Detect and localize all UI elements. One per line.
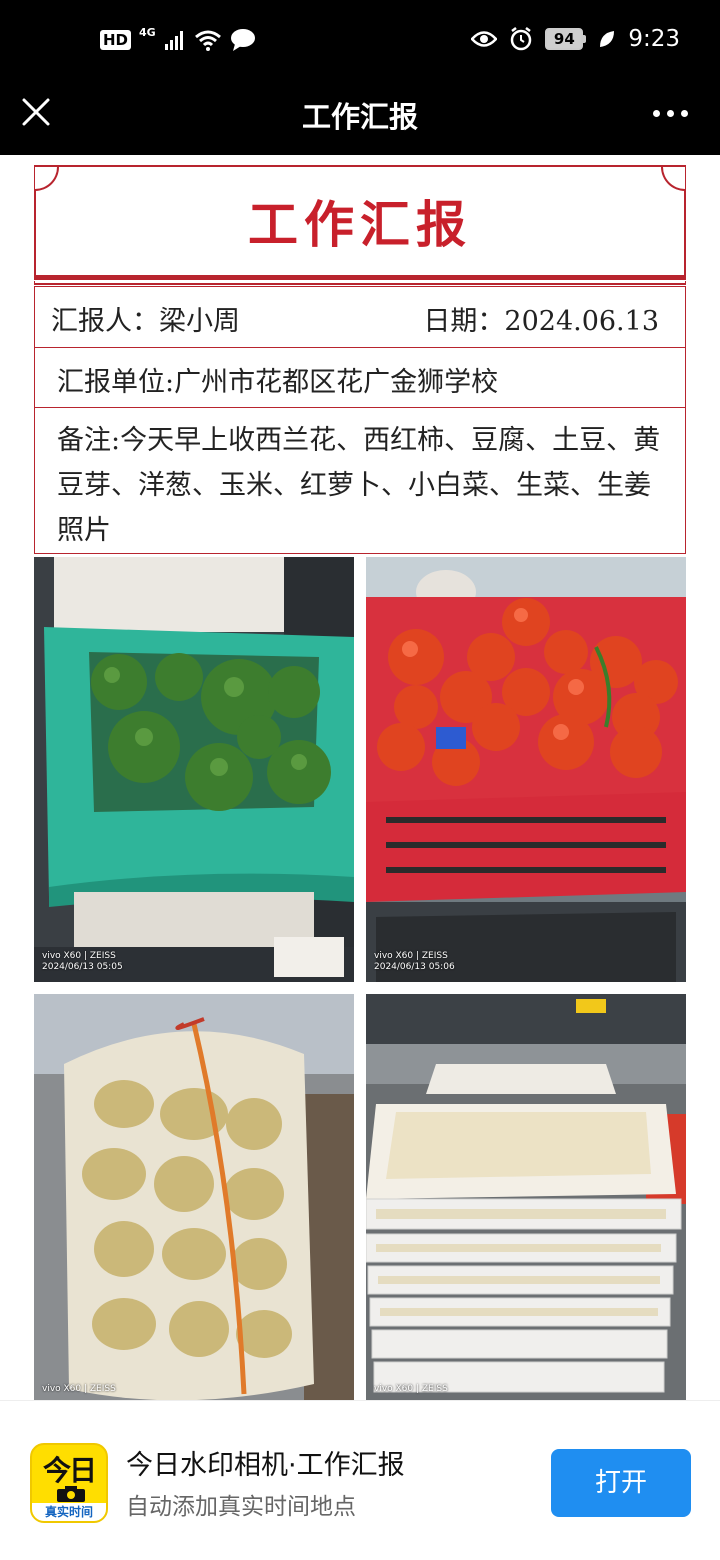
signal-icon [164, 31, 183, 50]
title-box: 工作汇报 [34, 165, 686, 275]
hd-badge: HD [100, 30, 132, 50]
more-options-icon[interactable] [653, 110, 688, 117]
app-name: 今日水印相机·工作汇报 [126, 1450, 405, 1481]
photo-tofu[interactable]: vivo X60 | ZEISS [366, 994, 686, 1400]
more-dot [653, 110, 660, 117]
tomatoes-image [366, 557, 686, 982]
logo-text: 今日 [42, 1454, 97, 1487]
photo-grid: vivo X60 | ZEISS 2024/06/13 05:05 vivo X… [34, 557, 686, 1400]
app-description: 自动添加真实时间地点 [126, 1494, 356, 1520]
report-note: 备注:今天早上收西兰花、西红柿、豆腐、土豆、黄豆芽、洋葱、玉米、红萝卜、小白菜、… [57, 425, 661, 546]
report-title: 工作汇报 [248, 195, 472, 254]
watermark-brand: vivo X60 | ZEISS [374, 1384, 448, 1394]
photo-watermark: vivo X60 | ZEISS [374, 1384, 448, 1395]
photo-broccoli[interactable]: vivo X60 | ZEISS 2024/06/13 05:05 [34, 557, 354, 982]
unit-row: 汇报单位:广州市花都区花广金狮学校 [34, 348, 686, 408]
watermark-time: 2024/06/13 05:05 [42, 962, 123, 972]
wifi-icon [194, 30, 221, 51]
reporter-row: 汇报人：梁小周 日期：2024.06.13 [34, 286, 686, 348]
watermark-time: 2024/06/13 05:06 [374, 962, 455, 972]
photo-watermark: vivo X60 | ZEISS [42, 1384, 116, 1395]
watermark-brand: vivo X60 | ZEISS [42, 1384, 116, 1394]
photo-tomatoes[interactable]: vivo X60 | ZEISS 2024/06/13 05:06 [366, 557, 686, 982]
photo-watermark: vivo X60 | ZEISS 2024/06/13 05:05 [42, 951, 123, 973]
broccoli-image [34, 557, 354, 982]
network-label: 4G [139, 25, 156, 39]
nav-bar: 工作汇报 [0, 84, 720, 155]
logo-subtitle: 真实时间 [32, 1503, 106, 1521]
chat-bubble-icon [230, 29, 255, 51]
app-promo-banner: 今日 真实时间 今日水印相机·工作汇报 自动添加真实时间地点 打开 [0, 1400, 720, 1560]
note-row: 备注:今天早上收西兰花、西红柿、豆腐、土豆、黄豆芽、洋葱、玉米、红萝卜、小白菜、… [34, 408, 686, 554]
report-date: 日期：2024.06.13 [423, 306, 659, 337]
title-divider [34, 275, 686, 281]
battery-level: 94 [545, 28, 584, 50]
watermark-brand: vivo X60 | ZEISS [42, 951, 116, 961]
app-logo: 今日 真实时间 [30, 1443, 108, 1523]
eye-icon [471, 31, 498, 47]
open-button[interactable]: 打开 [551, 1449, 691, 1517]
reporter-name: 汇报人：梁小周 [51, 306, 240, 337]
more-dot [667, 110, 674, 117]
report-content: 工作汇报 汇报人：梁小周 日期：2024.06.13 汇报单位:广州市花都区花广… [0, 155, 720, 1400]
report-card: 工作汇报 汇报人：梁小周 日期：2024.06.13 汇报单位:广州市花都区花广… [34, 165, 686, 554]
camera-icon [57, 1486, 85, 1502]
tofu-image [366, 994, 686, 1400]
leaf-icon [600, 31, 615, 47]
potatoes-image [34, 994, 354, 1400]
more-dot [681, 110, 688, 117]
alarm-icon [511, 27, 532, 51]
clock-time: 9:23 [628, 26, 680, 52]
battery-indicator: 94 [545, 28, 587, 50]
report-unit: 汇报单位:广州市花都区花广金狮学校 [57, 367, 499, 398]
nav-title: 工作汇报 [301, 100, 418, 134]
photo-potatoes[interactable]: vivo X60 | ZEISS [34, 994, 354, 1400]
battery-tip [583, 35, 587, 43]
photo-watermark: vivo X60 | ZEISS 2024/06/13 05:06 [374, 951, 455, 973]
watermark-brand: vivo X60 | ZEISS [374, 951, 448, 961]
status-bar: HD 4G 94 9:23 [0, 0, 720, 84]
status-left: HD 4G [100, 25, 256, 52]
status-right: 94 9:23 [471, 26, 680, 52]
